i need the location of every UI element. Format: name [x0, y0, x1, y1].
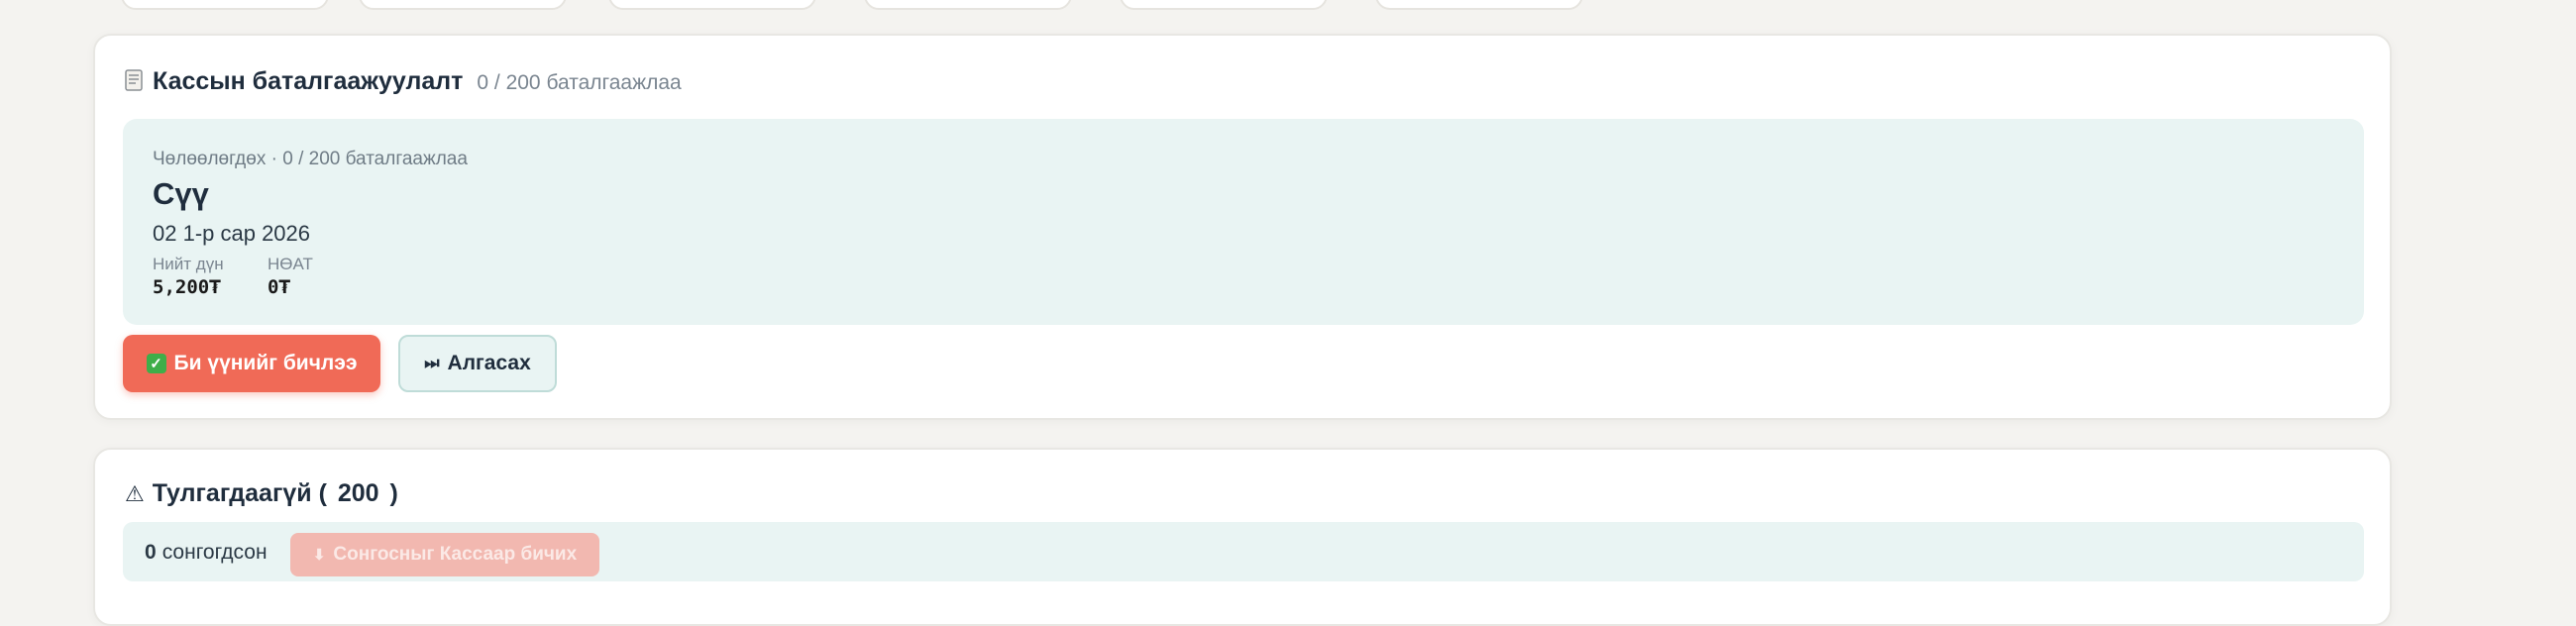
vat-label: НӨАТ: [268, 255, 313, 273]
title-prefix: Тулгагдаагүй (: [152, 479, 327, 507]
top-tab[interactable]: [1375, 0, 1583, 10]
write-selected-label: Сонгосныг Кассаар бичих: [333, 544, 578, 565]
unmatched-card: ⚠ Тулгагдаагүй ( 200 ) 0 сонгогдсон ⬇ Сон…: [93, 448, 2392, 626]
title-suffix: ): [389, 479, 398, 507]
confirm-button-label: Би үүнийг бичлээ: [173, 352, 358, 374]
confirm-written-button[interactable]: ✓ Би үүнийг бичлээ: [123, 335, 380, 392]
check-icon: ✓: [146, 354, 166, 373]
status-line: Чөлөөлөгдөх · 0 / 200 баталгаажлаа: [153, 149, 468, 169]
vat-value: 0₮: [268, 276, 290, 298]
progress-count: 0 / 200 баталгаажлаа: [477, 71, 682, 94]
skip-button-label: Алгасах: [447, 352, 531, 374]
selection-bar: 0 сонгогдсон ⬇ Сонгосныг Кассаар бичих: [123, 522, 2364, 581]
receipt-icon: [125, 69, 143, 91]
top-tab[interactable]: [608, 0, 816, 10]
skip-button[interactable]: ⏭ Алгасах: [398, 335, 557, 392]
selected-label: сонгогдсон: [161, 541, 268, 564]
total-label: Нийт дүн: [153, 255, 224, 273]
skip-forward-icon: ⏭: [424, 354, 440, 372]
card-title: Кассын баталгаажуулалт: [153, 67, 464, 95]
item-date: 02 1-р сар 2026: [153, 221, 311, 246]
warning-icon: ⚠: [125, 481, 145, 506]
top-tab[interactable]: [121, 0, 329, 10]
selected-count: 0: [145, 541, 157, 564]
vat-amount: НӨАТ 0₮: [268, 255, 313, 298]
top-tab[interactable]: [1120, 0, 1328, 10]
total-value: 5,200₮: [153, 276, 221, 298]
unmatched-count: 200: [337, 479, 379, 507]
top-tab[interactable]: [864, 0, 1072, 10]
receipt-info-panel: Чөлөөлөгдөх · 0 / 200 баталгаажлаа Сүү 0…: [123, 119, 2364, 325]
selected-count-text: 0 сонгогдсон: [145, 541, 268, 565]
card-title: Тулгагдаагүй ( 200 ): [153, 479, 398, 508]
total-amount: Нийт дүн 5,200₮: [153, 255, 224, 298]
cash-verification-card: Кассын баталгаажуулалт 0 / 200 баталгааж…: [93, 34, 2392, 420]
card-header: ⚠ Тулгагдаагүй ( 200 ): [125, 479, 398, 508]
top-tab[interactable]: [359, 0, 567, 10]
card-header: Кассын баталгаажуулалт 0 / 200 баталгааж…: [125, 67, 682, 96]
write-selected-button[interactable]: ⬇ Сонгосныг Кассаар бичих: [290, 533, 599, 576]
download-icon: ⬇: [312, 547, 326, 564]
item-name: Сүү: [153, 176, 209, 211]
